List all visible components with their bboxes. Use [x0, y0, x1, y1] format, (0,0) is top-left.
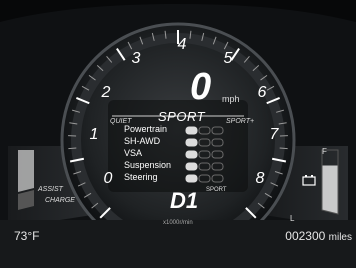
system-label-suspension: Suspension — [124, 160, 172, 170]
level-segment — [185, 174, 198, 183]
system-label-steering: Steering — [124, 172, 158, 182]
speed-unit: mph — [222, 94, 240, 104]
top-bezel — [0, 0, 356, 22]
instrument-cluster: 1 2 3 4 5 6 7 8 0 ASSIST CHARGE F L 0 mp… — [0, 0, 356, 268]
tach-6: 6 — [257, 84, 267, 101]
speed-value: 0 — [190, 66, 211, 108]
gear-indicator: D1 — [170, 188, 199, 213]
level-segment — [185, 138, 198, 147]
rpm-unit-label: x1000r/min — [163, 220, 193, 226]
tach-5: 5 — [223, 50, 233, 67]
drive-mode-title: SPORT — [158, 109, 206, 124]
tick-mark — [68, 147, 77, 150]
fuel-low-label: L — [290, 214, 295, 223]
system-label-vsa: VSA — [124, 148, 143, 158]
fuel-level-bar — [322, 165, 338, 214]
outside-temperature: 73°F — [14, 229, 40, 243]
tach-3: 3 — [131, 50, 141, 67]
tick-mark — [279, 147, 288, 150]
level-segment — [185, 126, 198, 135]
odometer-unit: miles — [328, 232, 352, 243]
bottom-bezel — [0, 220, 356, 268]
tach-8: 8 — [255, 170, 265, 187]
gear-mode-label: SPORT — [206, 187, 227, 193]
tach-7: 7 — [269, 126, 279, 143]
assist-label: ASSIST — [38, 186, 63, 193]
fuel-full-label: F — [322, 147, 327, 156]
system-label-powertrain: Powertrain — [124, 124, 168, 134]
level-segment — [185, 150, 198, 159]
tach-1: 1 — [89, 126, 99, 143]
system-label-sh-awd: SH-AWD — [124, 136, 161, 146]
odometer-value: 002300 — [285, 229, 326, 243]
odometer: 002300 miles — [285, 229, 352, 243]
tach-2: 2 — [101, 84, 111, 101]
tach-4: 4 — [177, 36, 187, 53]
assist-bar — [18, 150, 34, 192]
charge-label: CHARGE — [45, 197, 75, 204]
level-segment — [185, 162, 198, 171]
drive-mode-right-label: SPORT+ — [226, 118, 255, 125]
tach-0: 0 — [103, 170, 113, 187]
